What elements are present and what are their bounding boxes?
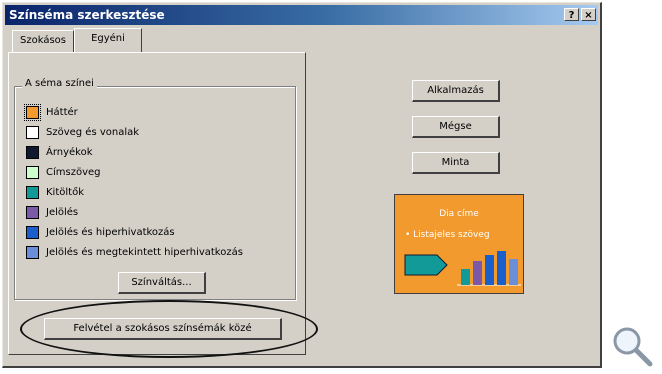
help-button[interactable]: ?: [564, 8, 579, 21]
apply-button[interactable]: Alkalmazás: [412, 80, 500, 102]
color-item-label: Szöveg és vonalak: [46, 126, 140, 138]
preview-arrow-shape: [404, 254, 448, 276]
color-item-label: Jelölés és megtekintett hiperhivatkozás: [46, 246, 243, 258]
preview-graphics: [404, 251, 521, 286]
color-swatch[interactable]: [26, 225, 39, 239]
tab-egyeni[interactable]: Egyéni: [74, 28, 142, 52]
color-item-label: Árnyékok: [46, 146, 93, 158]
color-swatch[interactable]: [24, 103, 41, 121]
dialog-title: Színséma szerkesztése: [9, 8, 165, 22]
preview-bar-2: [473, 261, 482, 285]
change-color-button[interactable]: Színváltás...: [118, 272, 206, 294]
scheme-color-item[interactable]: Háttér: [24, 103, 78, 121]
magnifier-icon[interactable]: [610, 324, 654, 368]
scheme-color-item[interactable]: Jelölés és megtekintett hiperhivatkozás: [26, 244, 243, 260]
color-item-label: Jelölés: [46, 206, 79, 218]
color-item-label: Kitöltők: [46, 186, 84, 198]
color-item-label: Háttér: [46, 106, 78, 118]
color-item-label: Jelölés és hiperhivatkozás: [46, 226, 175, 238]
scheme-color-item[interactable]: Jelölés és hiperhivatkozás: [26, 224, 175, 240]
tab-szokasos[interactable]: Szokásos: [12, 30, 74, 52]
color-swatch[interactable]: [26, 205, 39, 219]
preview-bar-4: [497, 251, 506, 285]
color-swatch[interactable]: [26, 145, 39, 159]
group-title: A séma színei: [22, 78, 97, 89]
color-swatch[interactable]: [26, 125, 39, 139]
color-swatch[interactable]: [26, 165, 39, 179]
scheme-color-item[interactable]: Szöveg és vonalak: [26, 124, 139, 140]
color-item-label: Címszöveg: [46, 166, 101, 178]
cancel-button[interactable]: Mégse: [412, 116, 500, 138]
scheme-color-item[interactable]: Címszöveg: [26, 164, 101, 180]
scheme-color-item[interactable]: Kitöltők: [26, 184, 84, 200]
preview-bar-1: [461, 269, 470, 285]
color-swatch[interactable]: [26, 185, 39, 199]
close-button[interactable]: ×: [581, 8, 596, 21]
scheme-color-item[interactable]: Jelölés: [26, 204, 78, 220]
title-bar: Színséma szerkesztése ? ×: [5, 5, 598, 25]
preview-bar-3: [485, 255, 494, 285]
scheme-color-item[interactable]: Árnyékok: [26, 144, 93, 160]
highlight-ellipse: [20, 300, 318, 358]
color-swatch[interactable]: [26, 245, 39, 259]
preview-bar-5: [509, 259, 518, 285]
preview-slide: Dia címe • Listajeles szöveg: [394, 194, 524, 294]
preview-button[interactable]: Minta: [412, 152, 500, 174]
